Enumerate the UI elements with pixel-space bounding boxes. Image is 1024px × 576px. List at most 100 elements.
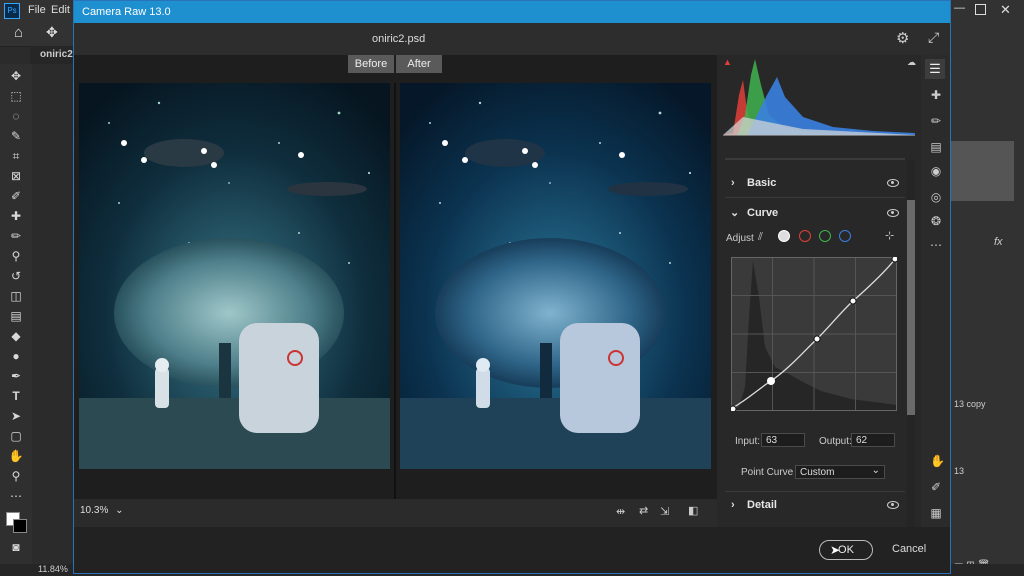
fx-label: fx [994, 236, 1003, 248]
before-image-art [79, 83, 390, 469]
split-divider[interactable] [394, 83, 396, 499]
point-curve-value: Custom [800, 467, 835, 478]
parametric-curve-icon[interactable]: ⫽ [758, 231, 763, 244]
point-curve-green-icon[interactable] [819, 230, 831, 242]
after-image-art [400, 83, 711, 469]
hand-tool-icon[interactable]: ✋ [8, 449, 24, 463]
eye-icon[interactable] [887, 209, 899, 217]
point-curve-blue-icon[interactable] [839, 230, 851, 242]
edit-panel: ▲ ☁ › Basic ⌄ Curve Adjust ⫽ ⊹ Input: 63… [717, 55, 921, 527]
healing-tool-icon[interactable]: ✚ [8, 209, 24, 223]
panel-divider [725, 197, 905, 198]
layer-name[interactable]: 13 copy [954, 399, 986, 409]
layer-name[interactable]: 13 [954, 466, 964, 476]
dodge-tool-icon[interactable]: ● [8, 349, 24, 363]
before-button[interactable]: Before [348, 55, 394, 73]
before-image [79, 83, 390, 469]
pen-tool-icon[interactable]: ✒ [8, 369, 24, 383]
before-after-view-icon[interactable]: ◧ [688, 504, 698, 517]
detail-section-header[interactable]: › Detail [717, 491, 907, 519]
expand-icon[interactable]: ⤢ [928, 29, 939, 46]
quick-mask-icon[interactable]: ◙ [8, 540, 24, 554]
presets-icon[interactable]: ❂ [930, 215, 942, 227]
ok-label: OK [838, 544, 854, 556]
history-brush-icon[interactable]: ↺ [8, 269, 24, 283]
chevron-right-icon: › [731, 499, 735, 511]
gear-icon[interactable]: ⚙ [896, 29, 909, 47]
ok-button[interactable]: OK [819, 540, 873, 560]
brush-tool-icon[interactable]: ✏ [8, 229, 24, 243]
more-tools-icon[interactable]: ⋯ [8, 489, 24, 503]
stamp-tool-icon[interactable]: ⚲ [8, 249, 24, 263]
dialog-titlebar: Camera Raw 13.0 [74, 1, 950, 23]
output-field[interactable]: 62 [851, 433, 895, 447]
home-icon[interactable]: ⌂ [14, 24, 23, 41]
curve-graph[interactable] [731, 257, 897, 411]
frame-tool-icon[interactable]: ⊠ [8, 169, 24, 183]
brush-icon[interactable]: ✏ [930, 115, 942, 127]
output-label: Output: [819, 436, 852, 447]
scrollbar-thumb[interactable] [907, 200, 915, 415]
quick-select-icon[interactable]: ✎ [8, 129, 24, 143]
blur-tool-icon[interactable]: ◆ [8, 329, 24, 343]
marquee-tool-icon[interactable]: ⬚ [8, 89, 24, 103]
point-curve-select[interactable]: Custom ⌄ [795, 465, 885, 479]
grid-icon[interactable]: ▦ [930, 507, 942, 519]
swap-icon[interactable]: ⇄ [639, 504, 648, 517]
input-field[interactable]: 63 [761, 433, 805, 447]
menu-file[interactable]: File [28, 4, 46, 16]
redeye-icon[interactable]: ◎ [930, 191, 942, 203]
copy-settings-icon[interactable]: ⇲ [660, 505, 669, 518]
eyedropper-icon[interactable]: ✐ [930, 481, 942, 493]
cancel-button[interactable]: Cancel [892, 543, 926, 555]
eye-icon[interactable] [887, 501, 899, 509]
move-tool-icon[interactable]: ✥ [8, 69, 24, 83]
maximize-icon[interactable] [975, 4, 986, 15]
layer-thumb-area [950, 141, 1014, 201]
target-adjust-icon[interactable]: ⊹ [885, 229, 894, 242]
crop-tool-icon[interactable]: ⌗ [8, 149, 24, 163]
basic-section-header[interactable]: › Basic [717, 169, 907, 197]
path-select-icon[interactable]: ➤ [8, 409, 24, 423]
eraser-tool-icon[interactable]: ◫ [8, 289, 24, 303]
basic-label: Basic [747, 177, 777, 189]
menu-edit[interactable]: Edit [51, 4, 70, 16]
panel-divider [725, 158, 905, 160]
background-color[interactable] [13, 519, 27, 533]
dialog-title: Camera Raw 13.0 [82, 6, 171, 18]
curve-section-header[interactable]: ⌄ Curve [717, 199, 907, 227]
point-curve-white-icon[interactable] [778, 230, 790, 242]
shape-tool-icon[interactable]: ▢ [8, 429, 24, 443]
detail-label: Detail [747, 499, 777, 511]
chevron-down-icon: ⌄ [871, 465, 880, 476]
zoom-status: 11.84% [38, 564, 68, 574]
gradient-icon[interactable]: ▤ [930, 141, 942, 153]
eye-icon[interactable] [887, 179, 899, 187]
mouse-cursor-icon: ➤ [830, 543, 841, 557]
type-tool-icon[interactable]: T [8, 389, 24, 403]
zoom-dropdown[interactable]: 10.3% ⌄ [80, 505, 124, 516]
more-icon[interactable]: ⋯ [930, 239, 942, 251]
hand-icon[interactable]: ✋ [930, 455, 945, 467]
ps-logo: Ps [4, 3, 20, 19]
minimize-icon[interactable]: — [954, 2, 965, 14]
tool-strip: ☰ ✚ ✏ ▤ ◉ ◎ ❂ ⋯ ✋ ✐ ▦ [921, 55, 950, 527]
chevron-down-icon: ⌄ [115, 505, 124, 516]
preview-bottom-bar: 10.3% ⌄ ⇹ ⇄ ⇲ ◧ [74, 499, 717, 527]
zoom-tool-icon[interactable]: ⚲ [8, 469, 24, 483]
eyedropper-tool-icon[interactable]: ✐ [8, 189, 24, 203]
panel-scrollbar[interactable] [907, 160, 915, 527]
zoom-value: 10.3% [80, 505, 109, 516]
ps-right-panel: fx 13 copy 13 ▭ ⊞ 🗑 [950, 46, 1024, 576]
gradient-tool-icon[interactable]: ▤ [8, 309, 24, 323]
swap-before-after-icon[interactable]: ⇹ [616, 505, 625, 518]
close-icon[interactable]: ✕ [1000, 2, 1011, 18]
point-curve-red-icon[interactable] [799, 230, 811, 242]
edit-sliders-icon[interactable]: ☰ [925, 59, 945, 79]
healing-icon[interactable]: ✚ [930, 89, 942, 101]
radial-icon[interactable]: ◉ [930, 165, 942, 177]
move-icon[interactable]: ✥ [46, 24, 58, 41]
point-curve-label: Point Curve [741, 467, 794, 478]
lasso-tool-icon[interactable]: ◌ [8, 109, 24, 123]
after-button[interactable]: After [396, 55, 442, 73]
